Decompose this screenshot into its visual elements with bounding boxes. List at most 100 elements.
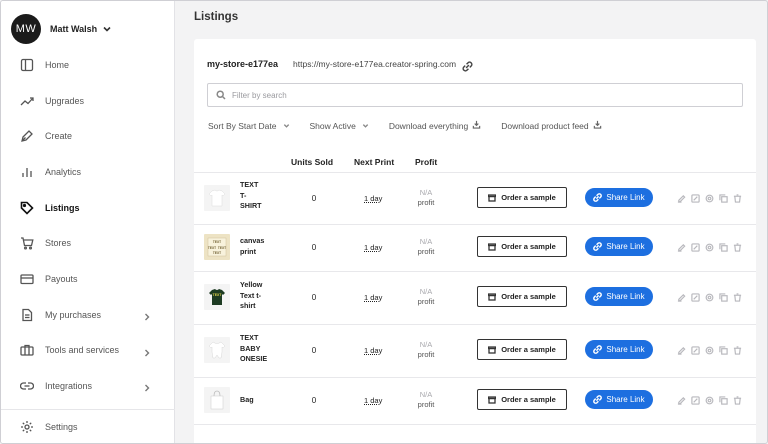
edit-design-icon[interactable] xyxy=(688,291,702,303)
trash-icon[interactable] xyxy=(730,291,744,303)
sidebar-item-stores[interactable]: Stores xyxy=(1,225,175,261)
product-thumbnail[interactable] xyxy=(204,387,230,413)
gear-icon xyxy=(19,419,35,435)
link-icon xyxy=(593,292,603,301)
avatar[interactable]: MW xyxy=(11,14,41,44)
home-icon xyxy=(19,57,35,73)
product-thumbnail[interactable]: TEXT xyxy=(204,284,230,310)
download-icon xyxy=(468,120,481,131)
chevron-right-icon[interactable] xyxy=(142,345,152,356)
sidebar-item-payouts[interactable]: Payouts xyxy=(1,261,175,297)
product-name[interactable]: TEXT BABY ONESIE xyxy=(240,333,284,365)
profit-value: N/A profit xyxy=(417,340,435,359)
edit-icon[interactable] xyxy=(674,241,688,253)
edit-icon[interactable] xyxy=(674,344,688,356)
sidebar-item-tools-and-services[interactable]: Tools and services xyxy=(1,333,175,369)
duplicate-icon[interactable] xyxy=(716,291,730,303)
next-print-link[interactable]: 1 day xyxy=(364,194,382,203)
search-box xyxy=(207,83,743,107)
chevron-down-icon xyxy=(356,121,369,131)
duplicate-icon[interactable] xyxy=(716,394,730,406)
product-name[interactable]: canvas print xyxy=(240,236,284,257)
product-thumbnail[interactable]: TEXT TEXT TEXT TEXT xyxy=(204,234,230,260)
gear-icon[interactable] xyxy=(702,192,716,204)
gear-icon[interactable] xyxy=(702,241,716,253)
link-icon[interactable] xyxy=(462,59,473,71)
edit-design-icon[interactable] xyxy=(688,394,702,406)
sidebar-item-create[interactable]: Create xyxy=(1,118,175,154)
chevron-down-icon[interactable] xyxy=(102,24,112,34)
edit-icon[interactable] xyxy=(674,192,688,204)
share-link-button[interactable]: Share Link xyxy=(585,340,653,359)
row-actions xyxy=(674,241,744,253)
sidebar-item-label: My purchases xyxy=(45,309,102,320)
edit-design-icon[interactable] xyxy=(688,344,702,356)
product-name[interactable]: Yellow Text t-shirt xyxy=(240,280,284,312)
sidebar-nav: Home Upgrades Create Analytics Listings … xyxy=(1,47,175,404)
share-link-button[interactable]: Share Link xyxy=(585,287,653,306)
user-name[interactable]: Matt Walsh xyxy=(50,24,97,34)
duplicate-icon[interactable] xyxy=(716,241,730,253)
order-sample-button[interactable]: Order a sample xyxy=(477,389,567,410)
link-icon xyxy=(593,242,603,251)
order-sample-button[interactable]: Order a sample xyxy=(477,286,567,307)
sidebar-item-label: Create xyxy=(45,131,73,142)
sidebar-item-listings[interactable]: Listings xyxy=(1,190,175,226)
next-print-link[interactable]: 1 day xyxy=(364,293,382,302)
download-everything-button[interactable]: Download everything xyxy=(389,120,481,131)
card-icon xyxy=(19,271,35,287)
trash-icon[interactable] xyxy=(730,344,744,356)
sidebar-item-upgrades[interactable]: Upgrades xyxy=(1,83,175,119)
store-header: my-store-e177ea https://my-store-e177ea.… xyxy=(207,58,473,71)
edit-icon[interactable] xyxy=(674,394,688,406)
sidebar-item-my-purchases[interactable]: My purchases xyxy=(1,297,175,333)
order-sample-button[interactable]: Order a sample xyxy=(477,339,567,360)
edit-design-icon[interactable] xyxy=(688,192,702,204)
show-dropdown[interactable]: Show Active xyxy=(310,121,369,131)
sort-dropdown[interactable]: Sort By Start Date xyxy=(208,121,290,131)
share-link-button[interactable]: Share Link xyxy=(585,237,653,256)
product-name[interactable]: TEXT T- SHIRT xyxy=(240,180,284,212)
order-sample-button[interactable]: Order a sample xyxy=(477,187,567,208)
duplicate-icon[interactable] xyxy=(716,192,730,204)
next-print-link[interactable]: 1 day xyxy=(364,243,382,252)
next-print-link[interactable]: 1 day xyxy=(364,396,382,405)
gear-icon[interactable] xyxy=(702,344,716,356)
sidebar-item-label: Stores xyxy=(45,238,72,249)
download-product-feed-button[interactable]: Download product feed xyxy=(501,120,601,131)
thumbnail-text: TEXT xyxy=(213,240,221,244)
product-thumbnail[interactable] xyxy=(204,185,230,211)
sidebar: MW Matt Walsh Home Upgrades Create Analy… xyxy=(1,1,175,443)
edit-icon[interactable] xyxy=(674,291,688,303)
order-sample-button[interactable]: Order a sample xyxy=(477,236,567,257)
store-url[interactable]: https://my-store-e177ea.creator-spring.c… xyxy=(293,59,456,69)
chevron-right-icon[interactable] xyxy=(142,380,152,392)
gear-icon[interactable] xyxy=(702,291,716,303)
share-link-button[interactable]: Share Link xyxy=(585,390,653,409)
column-header-profit: Profit xyxy=(415,157,438,167)
product-thumbnail[interactable] xyxy=(204,337,230,363)
trending-up-icon xyxy=(19,93,35,109)
product-name[interactable]: Bag xyxy=(240,395,284,406)
download-feed-label: Download product feed xyxy=(501,120,589,131)
next-print-link[interactable]: 1 day xyxy=(364,346,382,355)
duplicate-icon[interactable] xyxy=(716,344,730,356)
row-actions xyxy=(674,394,744,406)
trash-icon[interactable] xyxy=(730,192,744,204)
user-menu[interactable]: MW Matt Walsh xyxy=(11,13,112,45)
search-input[interactable] xyxy=(232,90,732,100)
table-row: TEXT Yellow Text t-shirt 0 1 day N/A profi… xyxy=(194,271,756,324)
sidebar-item-home[interactable]: Home xyxy=(1,47,175,83)
box-icon xyxy=(488,242,497,251)
trash-icon[interactable] xyxy=(730,241,744,253)
store-name: my-store-e177ea xyxy=(207,59,279,69)
gear-icon[interactable] xyxy=(702,394,716,406)
sidebar-item-integrations[interactable]: Integrations xyxy=(1,368,175,404)
sidebar-item-label: Tools and services xyxy=(45,345,120,356)
trash-icon[interactable] xyxy=(730,394,744,406)
sidebar-item-analytics[interactable]: Analytics xyxy=(1,154,175,190)
sidebar-item-settings[interactable]: Settings xyxy=(1,409,175,443)
edit-design-icon[interactable] xyxy=(688,241,702,253)
share-link-button[interactable]: Share Link xyxy=(585,188,653,207)
chevron-right-icon[interactable] xyxy=(142,309,152,321)
